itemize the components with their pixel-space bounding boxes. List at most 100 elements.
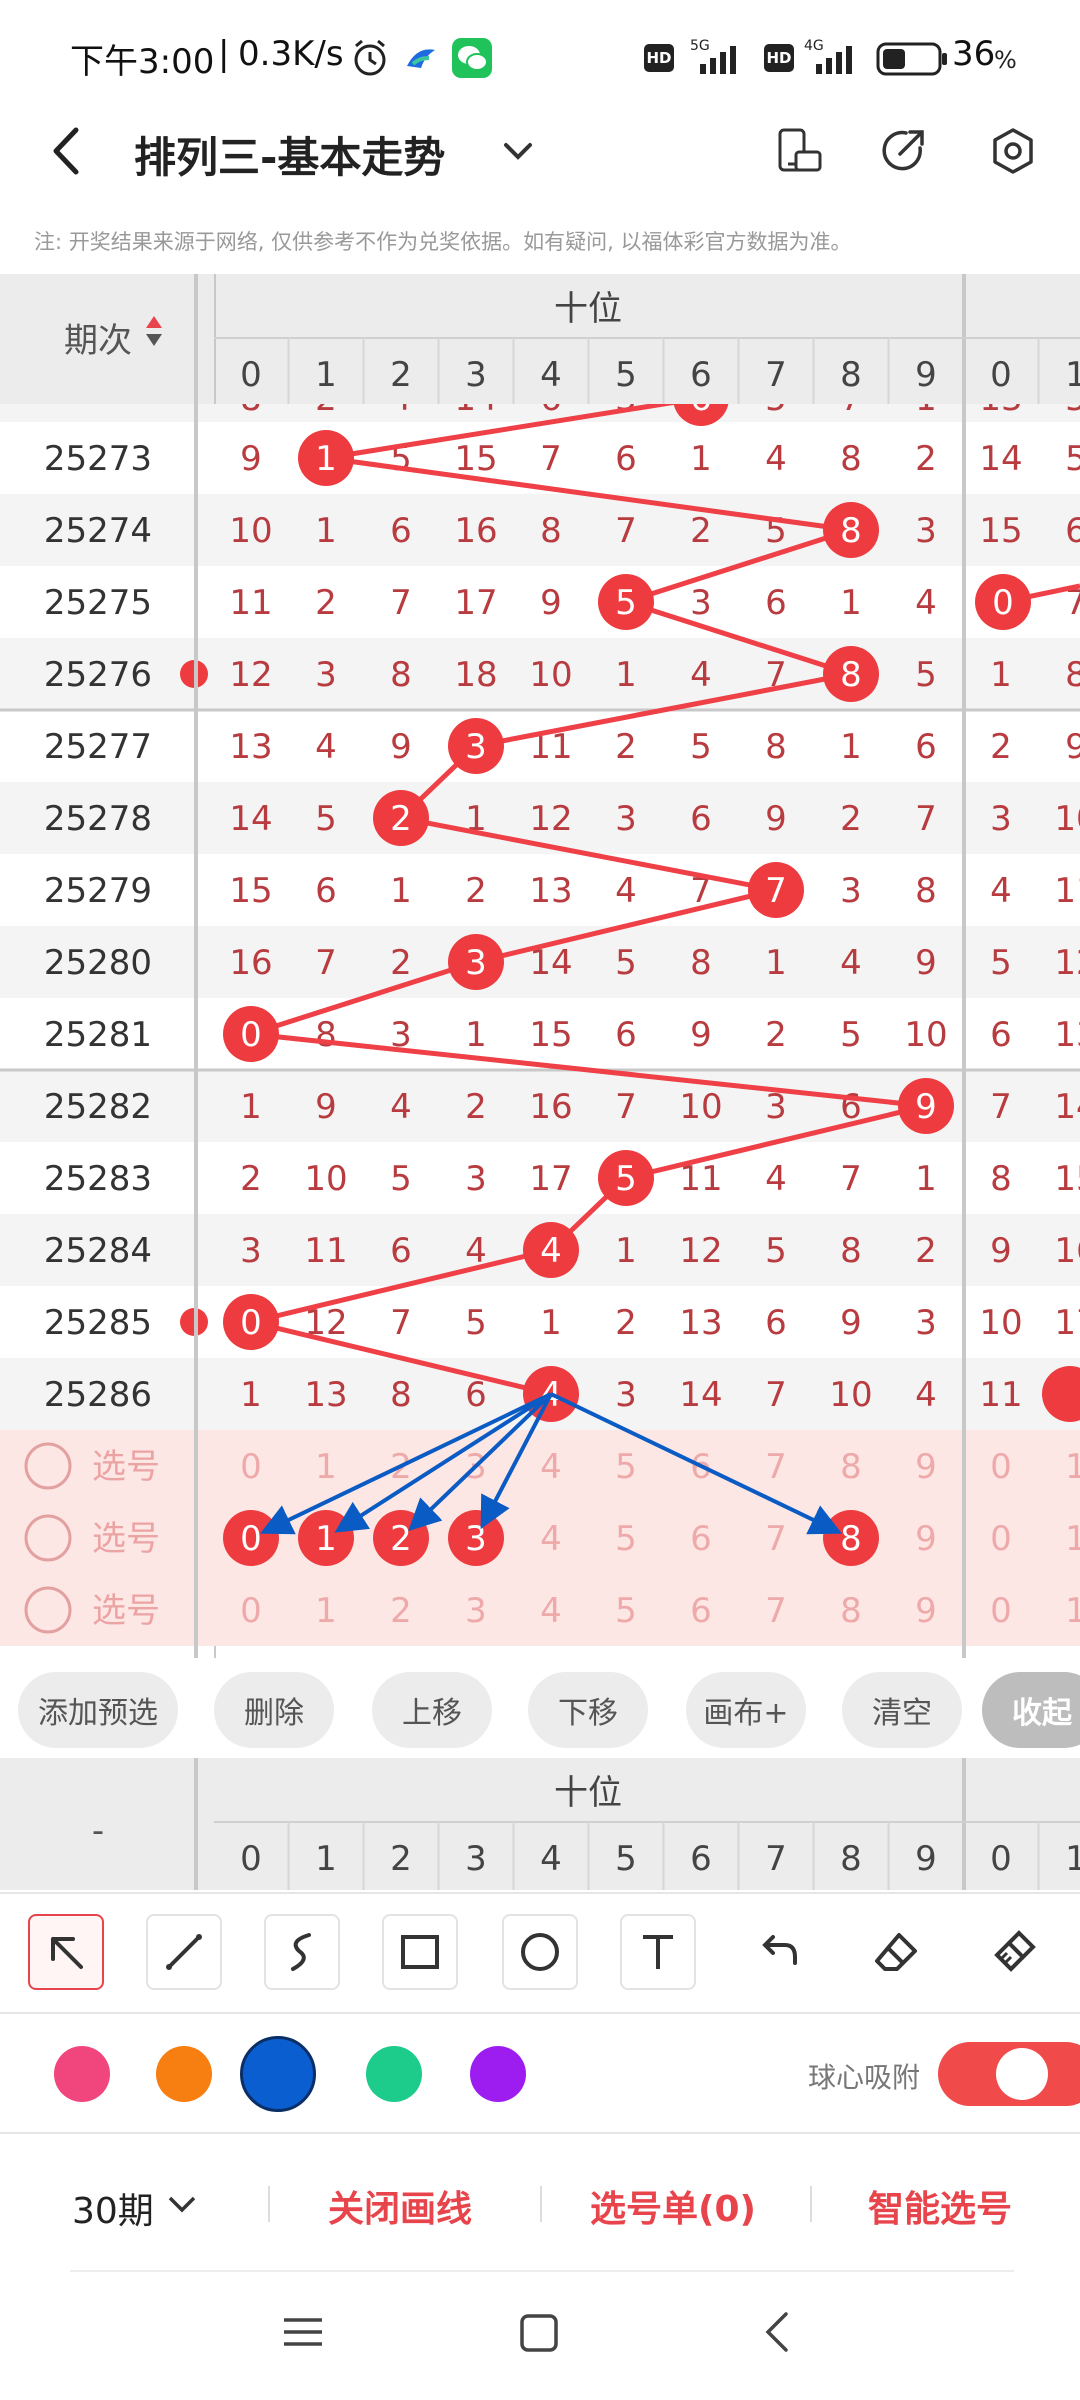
cell-value: 3 <box>915 511 937 551</box>
cell-value: 1 <box>915 1159 937 1199</box>
pick-list-button[interactable]: 选号单(0) <box>590 2180 756 2232</box>
eraser-tool[interactable] <box>858 1914 934 1990</box>
cell-value: 1 <box>315 511 337 551</box>
cell-value: 7 <box>915 799 937 839</box>
cell-value: 15 <box>979 511 1022 551</box>
color-swatch[interactable] <box>470 2046 526 2102</box>
cell-value: 7 <box>315 943 337 983</box>
cell-value: 13 <box>679 1303 722 1343</box>
wechat-icon <box>452 38 492 78</box>
digit-header: 6 <box>690 355 712 395</box>
screen-rotate-icon[interactable] <box>774 126 824 176</box>
footer-digit: 0 <box>990 1839 1012 1879</box>
back-nav-icon[interactable] <box>760 2310 796 2354</box>
cell-value: 9 <box>765 799 787 839</box>
color-swatch[interactable] <box>156 2046 212 2102</box>
periods-select[interactable]: 30期 <box>72 2182 154 2234</box>
period-cell: 25283 <box>44 1159 152 1199</box>
share-icon[interactable] <box>880 126 930 176</box>
home-nav-icon[interactable] <box>518 2312 560 2354</box>
arrow-tool[interactable] <box>28 1914 104 1990</box>
cell-value: 1 <box>615 655 637 695</box>
footer-table-header: - 十位 0 1 2 3 4 5 6 7 8 9 0 1 <box>0 1758 1080 1890</box>
text-tool-icon <box>643 1935 673 1969</box>
hd-badge-2: HD <box>764 44 794 72</box>
footer-digit: 1 <box>1065 1839 1080 1879</box>
select-digit: 5 <box>615 1519 637 1559</box>
delete-button[interactable]: 删除 <box>214 1672 334 1748</box>
periods-chevron-icon[interactable] <box>164 2190 200 2220</box>
footer-divider <box>194 1758 198 1890</box>
period-cell: 25274 <box>44 511 152 551</box>
cell-value: 9 <box>540 583 562 623</box>
cell-value: 14 <box>229 799 272 839</box>
circle-tool-icon <box>521 1933 559 1971</box>
cell-value: 9 <box>240 439 262 479</box>
period-header: 期次 <box>64 321 132 361</box>
cell-value: 10 <box>304 1159 347 1199</box>
cell-value: 8 <box>990 1159 1012 1199</box>
clear-button[interactable]: 清空 <box>842 1672 962 1748</box>
collapse-button[interactable]: 收起 <box>982 1672 1080 1748</box>
select-digit: 7 <box>765 1447 787 1487</box>
move-down-button[interactable]: 下移 <box>528 1672 648 1748</box>
smart-pick-button[interactable]: 智能选号 <box>868 2180 1012 2232</box>
cell-value: 10 <box>904 1015 947 1055</box>
cell-value: 6 <box>765 583 787 623</box>
digit-header: 2 <box>390 355 412 395</box>
hit-ball-other-digit: 0 <box>992 583 1014 623</box>
cell-value: 1 <box>990 655 1012 695</box>
rectangle-tool-icon <box>401 1935 439 1969</box>
undo-tool[interactable] <box>740 1914 816 1990</box>
color-swatch[interactable] <box>54 2046 110 2102</box>
table-body: 8241463571135252739515761482145252741016… <box>0 404 1080 1646</box>
menu-nav-icon[interactable] <box>280 2312 326 2352</box>
hit-ball-digit: 8 <box>840 511 862 551</box>
back-icon[interactable] <box>46 124 86 178</box>
cell-value: 2 <box>915 439 937 479</box>
select-digit: 6 <box>690 1519 712 1559</box>
cell-value: 3 <box>315 655 337 695</box>
footer-digit: 6 <box>690 1839 712 1879</box>
cell-value: 8 <box>540 511 562 551</box>
close-lines-button[interactable]: 关闭画线 <box>328 2180 472 2232</box>
page-title[interactable]: 排列三-基本走势 <box>134 124 445 185</box>
alarm-icon <box>354 39 386 76</box>
add-preselect-button[interactable]: 添加预选 <box>18 1672 178 1748</box>
chevron-down-icon[interactable] <box>500 136 536 166</box>
line-tool[interactable] <box>146 1914 222 1990</box>
curve-tool[interactable] <box>264 1914 340 1990</box>
select-digit: 0 <box>240 1447 262 1487</box>
status-time: 下午3:00 <box>70 42 215 82</box>
cell-value: 2 <box>315 583 337 623</box>
color-swatch[interactable] <box>366 2046 422 2102</box>
cell-value: 1 <box>840 727 862 767</box>
footer-digit: 5 <box>615 1839 637 1879</box>
select-digit: 0 <box>990 1591 1012 1631</box>
select-ball-digit: 8 <box>840 1519 862 1559</box>
hit-ball-digit: 5 <box>615 583 637 623</box>
curve-tool-icon <box>291 1933 311 1971</box>
circle-tool[interactable] <box>502 1914 578 1990</box>
footer-digit: 8 <box>840 1839 862 1879</box>
rectangle-tool[interactable] <box>382 1914 458 1990</box>
cell-value: 5 <box>840 1015 862 1055</box>
clear-brush-tool[interactable] <box>976 1914 1052 1990</box>
cell-value: 6 <box>1065 511 1080 551</box>
select-ball-digit: 2 <box>390 1519 412 1559</box>
text-tool[interactable] <box>620 1914 696 1990</box>
select-digit: 7 <box>765 1591 787 1631</box>
settings-icon[interactable] <box>988 126 1038 176</box>
select-digit: 2 <box>390 1591 412 1631</box>
select-digit: 1 <box>315 1591 337 1631</box>
canvas-plus-button[interactable]: 画布+ <box>686 1672 806 1748</box>
group-label: 十位 <box>554 289 622 329</box>
move-up-button[interactable]: 上移 <box>372 1672 492 1748</box>
hit-ball-digit: 2 <box>390 799 412 839</box>
select-digit: 8 <box>840 1447 862 1487</box>
cell-value: 7 <box>990 1087 1012 1127</box>
cell-value: 9 <box>990 1231 1012 1271</box>
cell-value: 4 <box>390 1087 412 1127</box>
color-swatch[interactable] <box>240 2036 316 2112</box>
signal-icon-2 <box>816 46 852 74</box>
